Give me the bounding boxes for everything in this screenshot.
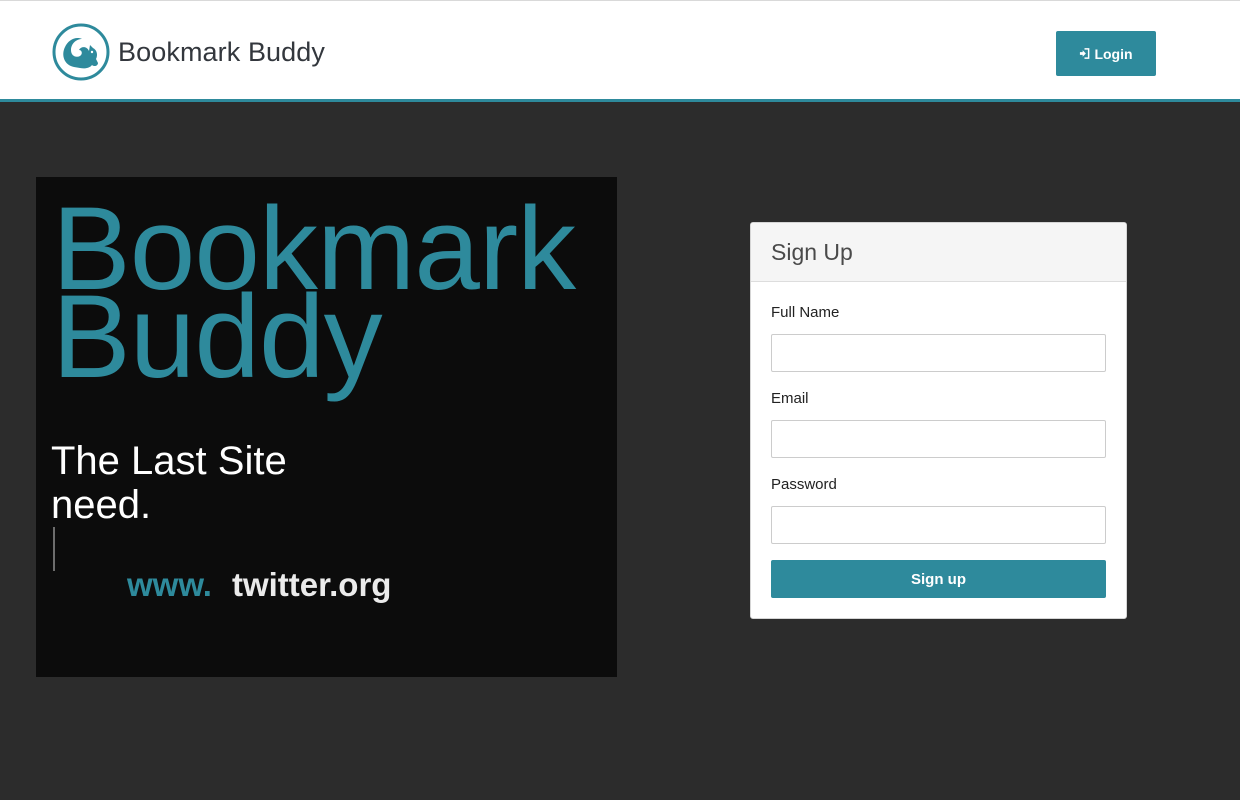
sign-in-icon: [1080, 48, 1090, 59]
promo-url-domain: twitter.org: [231, 566, 392, 603]
promo-tagline: The Last Site need.: [51, 439, 287, 571]
promo-tagline-line-2-text: need.: [51, 483, 152, 527]
promo-tagline-line-1: The Last Site: [51, 439, 287, 483]
promo-title: Bookmark Buddy: [52, 190, 612, 396]
signup-title: Sign Up: [771, 238, 853, 265]
typing-cursor: [53, 527, 55, 571]
signup-card: Sign Up Full Name Email Password Sign up: [750, 222, 1127, 619]
promo-url: www. twitter.org: [127, 565, 391, 605]
full-name-label: Full Name: [771, 304, 840, 321]
full-name-input[interactable]: [771, 334, 1106, 372]
promo-banner: Bookmark Buddy The Last Site need. www. t…: [36, 177, 617, 677]
email-input[interactable]: [771, 420, 1106, 458]
password-input[interactable]: [771, 506, 1106, 544]
email-label: Email: [771, 390, 809, 407]
brand-name: Bookmark Buddy: [118, 36, 325, 67]
brand-link[interactable]: Bookmark Buddy: [52, 23, 325, 81]
navbar: Bookmark Buddy Login: [0, 0, 1240, 102]
login-button[interactable]: Login: [1056, 31, 1156, 76]
signup-button[interactable]: Sign up: [771, 560, 1106, 598]
promo-tagline-line-2: need.: [51, 483, 287, 571]
squirrel-icon: [52, 23, 110, 81]
login-label: Login: [1094, 45, 1133, 62]
signup-card-header: Sign Up: [751, 223, 1126, 282]
password-label: Password: [771, 476, 837, 493]
promo-url-prefix: www.: [127, 566, 212, 603]
